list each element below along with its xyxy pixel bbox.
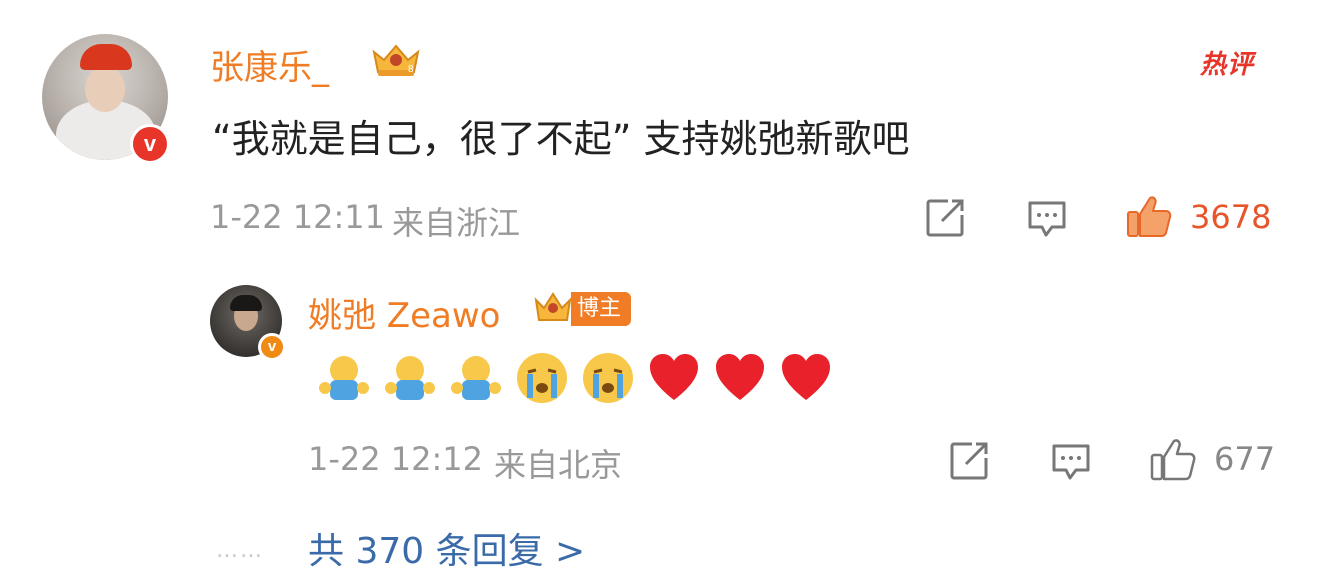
- replies-dots: ……: [216, 538, 264, 563]
- owner-tag: 博主: [571, 292, 632, 326]
- comment-timestamp: 1-22 12:11: [210, 198, 386, 236]
- comment-text: “我就是自己，很了不起” 支持姚弛新歌吧: [212, 117, 910, 161]
- heart-icon: [650, 354, 698, 400]
- reply-icon[interactable]: [1050, 440, 1092, 482]
- reply-icon[interactable]: [1026, 197, 1068, 239]
- share-icon[interactable]: [924, 197, 966, 239]
- comment-like-count: 3678: [1190, 198, 1272, 236]
- reply-location: 来自北京: [494, 446, 623, 484]
- replier-username[interactable]: 姚弛 Zeawo: [308, 288, 500, 337]
- liked-thumb-icon[interactable]: [1126, 194, 1172, 240]
- heart-icon: [716, 354, 764, 400]
- commenter-username[interactable]: 张康乐_: [210, 40, 329, 89]
- thumb-up-icon[interactable]: [1150, 437, 1196, 483]
- vip-crown-icon: [534, 292, 572, 321]
- vip-crown-icon: 8: [372, 44, 420, 76]
- share-icon[interactable]: [948, 440, 990, 482]
- hug-icon: [319, 356, 369, 400]
- heart-icon: [782, 354, 830, 400]
- reply-timestamp: 1-22 12:12: [308, 440, 484, 478]
- reply-emoji-row: [316, 350, 844, 406]
- crying-icon: [517, 353, 567, 403]
- svg-text:8: 8: [408, 64, 414, 75]
- hug-icon: [451, 356, 501, 400]
- hot-comment-badge: 热评: [1200, 50, 1255, 80]
- crying-icon: [583, 353, 633, 403]
- view-all-replies-link[interactable]: 共 370 条回复 >: [308, 522, 585, 574]
- reply-like-count: 677: [1214, 440, 1276, 478]
- verified-badge-icon: v: [258, 333, 286, 361]
- comment-location: 来自浙江: [392, 204, 521, 242]
- verified-badge-icon: v: [130, 124, 170, 164]
- hug-icon: [385, 356, 435, 400]
